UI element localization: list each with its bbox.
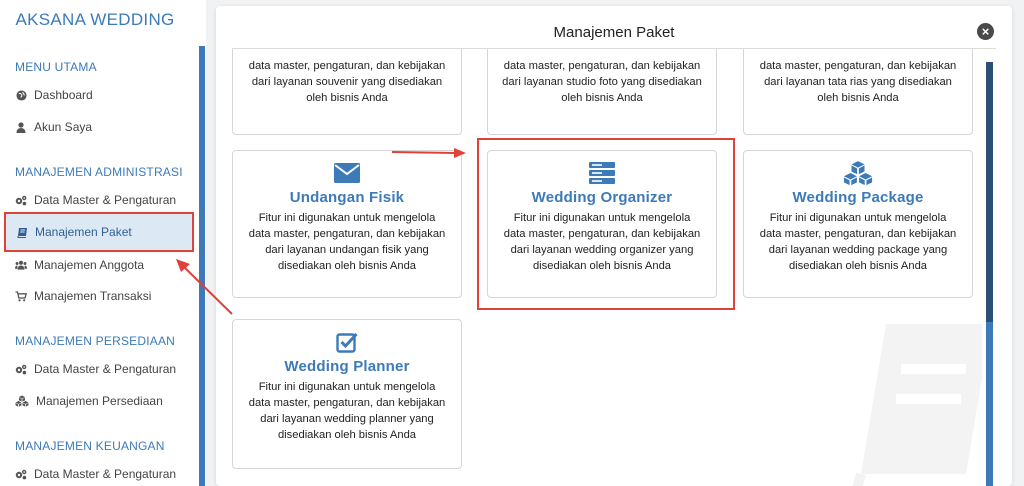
arrow-to-sidebar [183, 266, 233, 315]
arrow-to-card [391, 151, 457, 154]
arrowhead-card [454, 148, 466, 158]
annotation-arrows [176, 148, 466, 315]
